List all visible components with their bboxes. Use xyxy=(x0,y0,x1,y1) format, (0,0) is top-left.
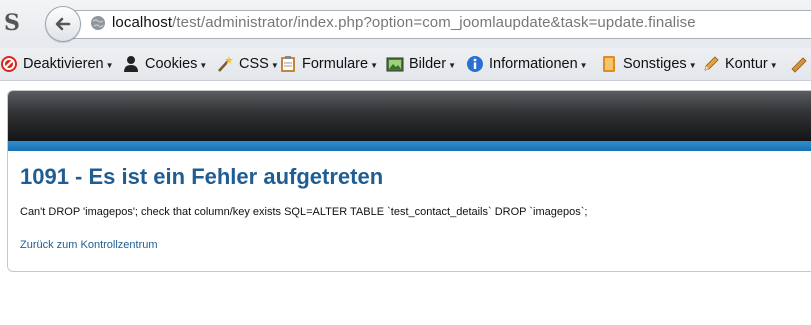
address-bar-row: S localhost/test/administrator/index.php… xyxy=(0,0,811,48)
toolbar-item-label: Deaktivieren xyxy=(23,56,104,72)
misc-icon xyxy=(603,56,615,72)
browser-logo: S xyxy=(4,10,20,36)
dropdown-caret-icon: ▼ xyxy=(105,60,114,70)
toolbar-item-label: Bilder xyxy=(409,56,447,72)
dropdown-caret-icon: ▼ xyxy=(688,60,697,70)
toolbar-item-cookies[interactable]: Cookies ▼ xyxy=(122,52,207,76)
forms-icon xyxy=(281,56,295,72)
web-developer-toolbar: Deaktivieren ▼ Cookies ▼ CSS ▼ Formulare ▼ xyxy=(0,48,811,81)
url-text[interactable]: localhost/test/administrator/index.php?o… xyxy=(112,14,696,31)
dropdown-caret-icon: ▼ xyxy=(448,60,456,70)
dropdown-caret-icon: ▼ xyxy=(199,60,208,70)
toolbar-item-bilder[interactable]: Bilder ▼ xyxy=(386,52,456,76)
dropdown-caret-icon: ▼ xyxy=(370,60,378,70)
back-to-control-panel-link[interactable]: Zurück zum Kontrollzentrum xyxy=(20,239,158,251)
toolbar-item-overflow[interactable] xyxy=(790,52,811,76)
toolbar-item-informationen[interactable]: Informationen ▼ xyxy=(466,52,588,76)
toolbar-item-kontur[interactable]: Kontur ▼ xyxy=(702,52,778,76)
toolbar-item-sonstiges[interactable]: Sonstiges ▼ xyxy=(600,52,697,76)
admin-header xyxy=(8,91,811,141)
back-arrow-icon xyxy=(55,17,71,31)
toolbar-item-formulare[interactable]: Formulare ▼ xyxy=(279,52,378,76)
admin-header-strip xyxy=(8,141,811,151)
toolbar-item-deaktivieren[interactable]: Deaktivieren ▼ xyxy=(0,52,114,76)
toolbar-item-label: Sonstiges xyxy=(623,56,687,72)
pencil-icon xyxy=(704,56,719,71)
admin-page: 1091 - Es ist ein Fehler aufgetreten Can… xyxy=(7,90,811,272)
toolbar-item-label: Informationen xyxy=(489,56,578,72)
toolbar-item-css[interactable]: CSS ▼ xyxy=(216,52,279,76)
back-button[interactable] xyxy=(45,6,81,42)
toolbar-item-label: Cookies xyxy=(145,56,198,72)
toolbar-item-label: CSS xyxy=(239,56,269,72)
url-path: /test/administrator/index.php?option=com… xyxy=(172,14,696,31)
dropdown-caret-icon: ▼ xyxy=(579,60,588,70)
css-wand-icon xyxy=(218,56,233,72)
cookies-icon xyxy=(124,56,138,72)
toolbar-item-label: Formulare xyxy=(302,56,369,72)
toolbar-item-label: Kontur xyxy=(725,56,768,72)
error-title: 1091 - Es ist ein Fehler aufgetreten xyxy=(20,164,384,189)
url-host: localhost xyxy=(112,14,173,31)
info-icon xyxy=(467,56,483,72)
dropdown-caret-icon: ▼ xyxy=(270,60,279,70)
ruler-icon xyxy=(791,57,807,73)
images-icon xyxy=(386,57,404,72)
dropdown-caret-icon: ▼ xyxy=(769,60,778,70)
globe-icon xyxy=(91,16,105,30)
error-message: Can't DROP 'imagepos'; check that column… xyxy=(20,206,588,218)
disable-icon xyxy=(1,56,17,72)
